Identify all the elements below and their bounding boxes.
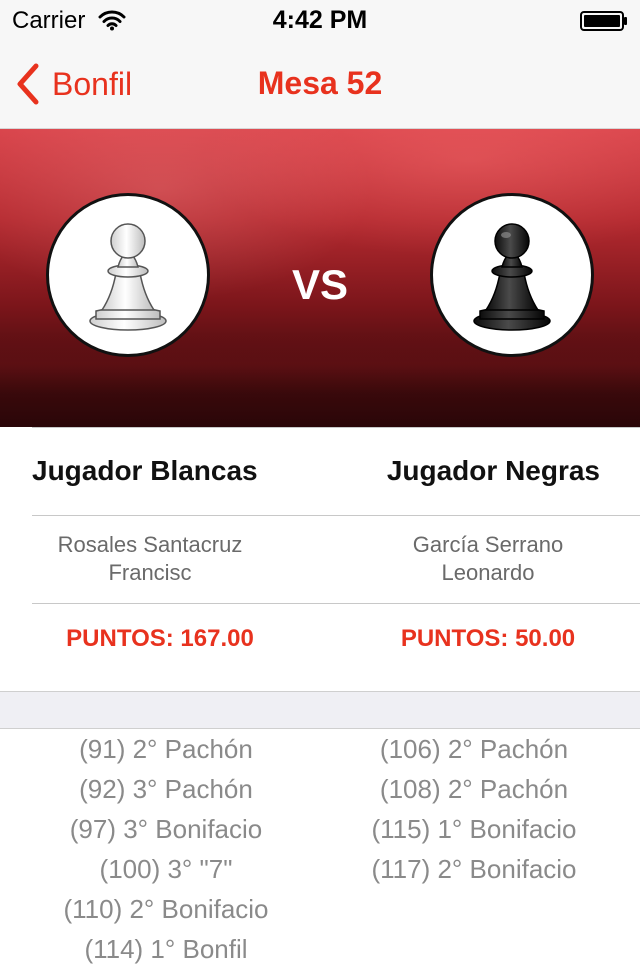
match-banner: VS [0,129,640,427]
white-history-list: (91) 2° Pachón (92) 3° Pachón (97) 3° Bo… [6,729,326,969]
history-item: (117) 2° Bonifacio [371,854,577,884]
section-separator [0,692,640,729]
black-player-name: García Serrano Leonardo [338,531,638,587]
history-item: (106) 2° Pachón [379,734,569,764]
players-card: Jugador Blancas Jugador Negras Rosales S… [0,427,640,692]
white-player-name-line1: Rosales Santacruz [57,532,243,557]
back-button[interactable]: Bonfil [14,62,132,106]
white-player-heading: Jugador Blancas [32,455,258,486]
divider [32,603,640,604]
history-item: (92) 3° Pachón [79,774,253,804]
black-history-list: (106) 2° Pachón (108) 2° Pachón (115) 1°… [314,729,634,889]
divider [32,427,640,428]
divider [32,515,640,516]
black-piece-avatar [430,193,594,357]
history-item: (114) 1° Bonfil [84,934,248,964]
white-player-name-line2: Francisc [108,560,192,585]
status-bar: Carrier 4:42 PM [0,0,640,40]
black-player-name-line2: Leonardo [441,560,535,585]
black-pawn-icon [473,223,551,331]
white-player-name: Rosales Santacruz Francisc [0,531,300,587]
history-item: (100) 3° "7" [99,854,233,884]
white-player-points: PUNTOS: 167.00 [66,625,254,652]
navigation-bar: Bonfil Mesa 52 [0,40,640,129]
history-item: (97) 3° Bonifacio [69,814,263,844]
history-item: (115) 1° Bonifacio [371,814,577,844]
chevron-left-icon [17,63,39,105]
history-item: (91) 2° Pachón [79,734,253,764]
black-player-points: PUNTOS: 50.00 [400,625,576,652]
black-player-name-line1: García Serrano [412,532,564,557]
battery-icon [580,11,627,31]
status-time: 4:42 PM [272,6,368,34]
back-button-label: Bonfil [52,65,133,102]
history-item: (108) 2° Pachón [379,774,569,804]
history-item: (110) 2° Bonifacio [63,894,269,924]
black-player-heading: Jugador Negras [386,455,600,486]
